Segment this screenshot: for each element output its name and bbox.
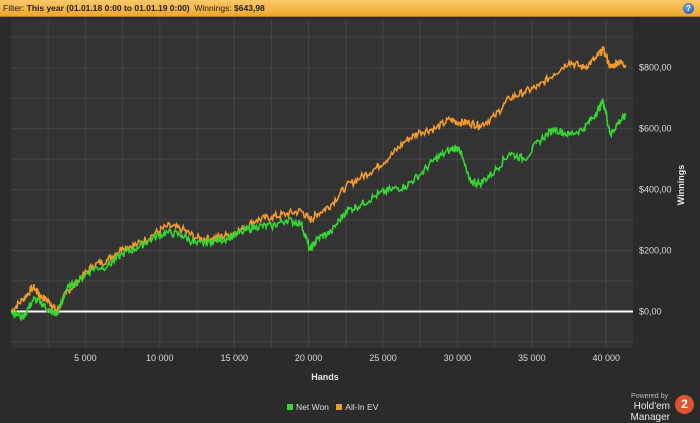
legend-label-net-won: Net Won [296,402,329,412]
legend-item-all-in-ev[interactable]: All-In EV [336,402,378,412]
y-tick-label: $400,00 [639,185,672,195]
y-axis-label: Winnings [676,165,686,205]
all-in-ev-swatch [336,404,343,410]
x-tick-label: 30 000 [444,353,472,363]
x-tick-label: 35 000 [518,353,546,363]
legend-item-net-won[interactable]: Net Won [287,402,329,412]
x-tick-label: 10 000 [146,353,174,363]
hm2-logo-icon: 2 [675,395,694,414]
net-won-swatch [287,404,293,410]
x-tick-label: 40 000 [592,353,620,363]
x-tick-label: 25 000 [369,353,397,363]
legend-label-all-in-ev: All-In EV [345,402,379,412]
y-tick-label: $800,00 [639,63,672,73]
legend: Net Won All-In EV [287,402,383,412]
x-tick-label: 20 000 [295,353,323,363]
plot-area [11,19,633,348]
x-tick-label: 5 000 [74,353,97,363]
y-tick-label: $200,00 [639,246,672,256]
product-name: Hold'em Manager [630,401,670,423]
powered-by-text: Powered by [631,393,668,400]
y-tick-label: $0,00 [639,306,662,316]
winnings-chart: 5 000 10 000 15 000 20 000 25 000 30 000 35 00… [10,19,686,382]
x-tick-label: 15 000 [220,353,248,363]
y-tick-label: $600,00 [639,124,672,134]
x-axis-label: Hands [311,372,339,382]
